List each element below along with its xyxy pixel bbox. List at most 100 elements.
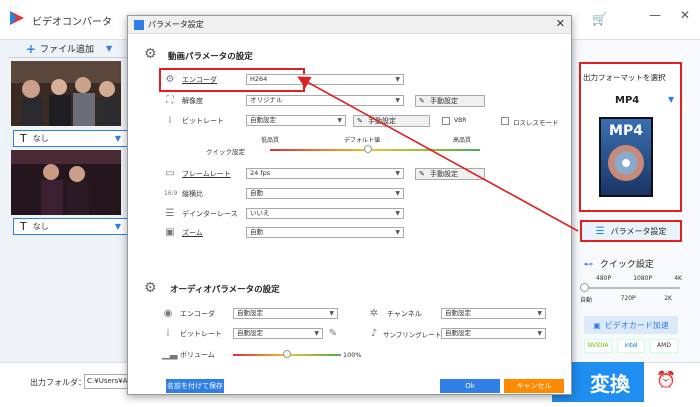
audio-section-title: オーディオパラメータの設定 <box>170 285 280 295</box>
zoom-select[interactable]: 自動 ▼ <box>246 227 404 238</box>
chevron-down-icon: ▼ <box>337 117 342 124</box>
quality-slider-low[interactable] <box>270 149 370 151</box>
parameter-settings-button[interactable]: ☰ パラメータ設定 <box>580 220 682 242</box>
resolution-select[interactable]: オリジナル ▼ <box>246 95 404 106</box>
manual-resolution-button[interactable]: ✎ 手動設定 <box>415 95 485 107</box>
cancel-button[interactable]: キャンセル <box>504 379 564 393</box>
chevron-down-icon: ▼ <box>314 330 319 337</box>
gpu-acceleration-button[interactable]: ▣ ビデオカード加速 <box>584 316 678 334</box>
quick-settings-icon: ⊷ <box>584 260 593 270</box>
dialog-title-bar: パラメータ設定 ✕ <box>128 16 571 34</box>
chevron-down-icon: ▼ <box>537 330 542 337</box>
default-value-label: デフォルト値 <box>344 137 381 144</box>
audio-encoder-select[interactable]: 自動設定 ▼ <box>233 308 338 319</box>
resolution-value: オリジナル <box>250 96 283 104</box>
quick-1080p: 1080P <box>633 275 653 282</box>
chevron-down-icon: ▼ <box>395 229 400 236</box>
chevron-down-icon: ▼ <box>114 134 121 143</box>
close-window-icon[interactable]: ✕ <box>670 0 700 30</box>
channel-select[interactable]: 自動設定 ▼ <box>441 308 546 319</box>
minimize-icon[interactable]: — <box>640 0 670 30</box>
video-encoder-value: H264 <box>250 75 268 83</box>
aspect-ratio-value: 自動 <box>250 189 263 197</box>
chevron-down-icon: ▼ <box>395 170 400 177</box>
pencil-icon[interactable]: ✎ <box>327 328 339 340</box>
quality-slider-high[interactable] <box>370 149 480 151</box>
volume-slider-knob[interactable] <box>283 350 291 358</box>
text-icon: T <box>20 132 27 145</box>
framerate-value: 24 fps <box>250 169 271 177</box>
format-title: 出力フォーマットを選択 <box>583 73 666 82</box>
video-thumbnail-2[interactable] <box>11 150 121 215</box>
chevron-down-icon: ▼ <box>395 190 400 197</box>
audio-encoder-icon: ◉ <box>163 308 173 319</box>
framerate-select[interactable]: 24 fps ▼ <box>246 168 404 179</box>
manual-label-1: 手動設定 <box>430 97 458 105</box>
mp4-format-icon[interactable]: MP4 <box>599 117 653 197</box>
plus-icon: + <box>25 41 36 56</box>
cart-icon[interactable]: 🛒 <box>592 12 607 26</box>
video-bitrate-label: ビットレート <box>182 117 224 125</box>
aspect-ratio-icon: 16:9 <box>164 190 178 197</box>
video-encoder-select[interactable]: H264 ▼ <box>246 74 404 85</box>
quick-slider-track[interactable] <box>584 287 680 289</box>
format-name[interactable]: MP4 <box>615 95 639 106</box>
channel-value: 自動設定 <box>445 309 471 317</box>
chevron-down-icon[interactable]: ▼ <box>106 44 112 53</box>
parameter-settings-dialog: パラメータ設定 ✕ ⚙ 動画パラメータの設定 ⚙ エンコーダ H264 ▼ ⛶ 解… <box>127 15 572 395</box>
audio-bitrate-label: ビットレート <box>180 330 222 338</box>
vbr-label: VBR <box>454 117 467 124</box>
text-icon: T <box>20 220 27 233</box>
framerate-icon: ▭ <box>165 168 175 179</box>
quick-slider-knob[interactable] <box>580 283 589 292</box>
channel-label: チャンネル <box>387 310 422 318</box>
chevron-down-icon: ▼ <box>114 222 121 231</box>
video-bitrate-select[interactable]: 自動設定 ▼ <box>246 115 346 126</box>
encoder-icon: ⚙ <box>165 74 175 85</box>
manual-label-3: 手動設定 <box>430 170 458 178</box>
audio-bitrate-select[interactable]: 自動設定 ▼ <box>233 328 323 339</box>
manual-framerate-button[interactable]: ✎ 手動設定 <box>415 168 485 180</box>
sample-rate-select[interactable]: 自動設定 ▼ <box>441 328 546 339</box>
vbr-checkbox[interactable] <box>442 117 450 125</box>
mp4-icon-label: MP4 <box>609 123 643 139</box>
quick-settings-label: クイック設定 <box>599 260 654 270</box>
app-title: ビデオコンバータ <box>32 17 112 28</box>
alarm-clock-icon[interactable]: ⏰ <box>654 370 678 394</box>
add-file-button[interactable]: + ファイル追加 ▼ <box>8 40 130 58</box>
audio-bitrate-value: 自動設定 <box>237 329 263 337</box>
app-logo-icon <box>10 11 24 25</box>
deinterlace-value: いいえ <box>250 209 270 217</box>
ok-button[interactable]: Ok <box>440 379 500 393</box>
output-folder-label: 出力フォルダ： <box>30 378 86 387</box>
volume-label: ボリューム <box>180 351 215 359</box>
chevron-down-icon: ▼ <box>329 310 334 317</box>
sample-rate-value: 自動設定 <box>445 329 471 337</box>
lossless-checkbox[interactable] <box>501 117 509 125</box>
quick-top-labels: 480P 1080P 4K <box>596 275 682 282</box>
add-file-label: ファイル追加 <box>39 45 94 55</box>
subtitle-select-2[interactable]: T なし ▼ <box>13 218 128 235</box>
gpu-label: ビデオカード加速 <box>604 320 669 330</box>
video-settings-icon: ⚙ <box>144 46 157 62</box>
window-controls: — ✕ <box>640 0 700 40</box>
save-as-button[interactable]: 名前を付けて保存 <box>166 379 224 393</box>
quality-slider-knob[interactable] <box>364 145 372 153</box>
volume-value: 100% <box>343 351 362 359</box>
quick-bottom-labels: 自動 720P 2K <box>580 295 672 304</box>
high-quality-label: 高品質 <box>453 137 472 144</box>
audio-bitrate-icon: ⁞ <box>166 328 170 339</box>
aspect-ratio-select[interactable]: 自動 ▼ <box>246 188 404 199</box>
zoom-label: ズーム <box>182 229 203 237</box>
video-encoder-label: エンコーダ <box>182 76 217 84</box>
pencil-icon: ✎ <box>357 117 363 125</box>
chevron-down-icon[interactable]: ▼ <box>668 95 674 104</box>
video-thumbnail-1[interactable] <box>11 61 121 126</box>
bitrate-icon: ⁞ <box>168 115 172 126</box>
quick-4k: 4K <box>674 275 682 282</box>
deinterlace-select[interactable]: いいえ ▼ <box>246 208 404 219</box>
microphone-icon: ♪ <box>370 328 378 339</box>
subtitle-select-1[interactable]: T なし ▼ <box>13 130 128 147</box>
manual-bitrate-button[interactable]: ✎ 手動設定 <box>353 115 430 127</box>
close-icon[interactable]: ✕ <box>556 17 565 30</box>
